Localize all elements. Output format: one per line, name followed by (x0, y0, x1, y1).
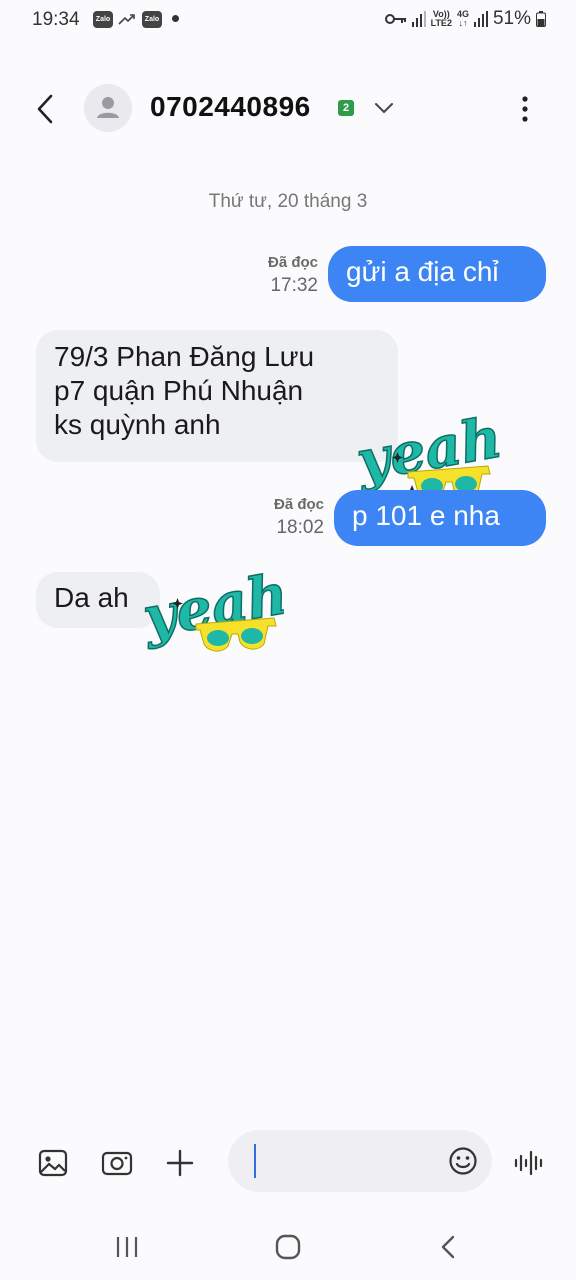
outgoing-message-bubble[interactable]: gửi a địa chỉ (328, 246, 546, 302)
signal-1-icon (411, 11, 426, 27)
message-time: 17:32 (270, 275, 318, 296)
zalo-notification-icon: Zalo (93, 11, 113, 28)
contact-name[interactable]: 0702440896 (150, 91, 311, 123)
network-indicator: 4G ↓↑ (456, 9, 469, 28)
back-icon (441, 1235, 455, 1259)
read-status: Đã đọc (273, 496, 324, 513)
person-icon (97, 97, 119, 118)
plus-icon (166, 1149, 194, 1177)
chevron-down-icon[interactable] (372, 96, 396, 120)
message-meta: Đã đọc 18:02 (274, 496, 324, 539)
status-time: 19:34 (32, 9, 80, 30)
text-caret (254, 1144, 256, 1178)
battery-icon (536, 11, 546, 27)
outgoing-message-bubble[interactable]: p 101 e nha (334, 490, 546, 546)
date-divider: Thứ tư, 20 tháng 3 (208, 191, 368, 212)
conversation-header: 0702440896 2 (0, 76, 576, 140)
attach-button[interactable] (163, 1146, 197, 1180)
recents-button[interactable] (110, 1230, 144, 1264)
volte-indicator: Vo)) LTE2 (430, 9, 452, 28)
key-icon (384, 14, 406, 24)
home-icon (275, 1234, 301, 1260)
message-input[interactable] (228, 1130, 492, 1192)
signal-2-icon (473, 11, 488, 27)
gallery-button[interactable] (36, 1146, 70, 1180)
battery-level: 51% (492, 8, 531, 29)
read-status: Đã đọc (267, 254, 318, 271)
nav-back-button[interactable] (432, 1230, 466, 1264)
recents-icon (116, 1237, 138, 1257)
contact-avatar[interactable] (84, 84, 132, 132)
message-composer (0, 1128, 576, 1200)
message-line: 79/3 Phan Đăng Lưu (54, 341, 315, 372)
message-line: ks quỳnh anh (54, 409, 221, 440)
image-icon (38, 1149, 68, 1177)
camera-icon (101, 1151, 133, 1176)
voice-button[interactable] (512, 1146, 546, 1180)
message-meta: Đã đọc 17:32 (268, 254, 318, 297)
voice-icon (514, 1150, 543, 1176)
message-text: p 101 e nha (352, 500, 500, 531)
message-line: p7 quận Phú Nhuận (54, 375, 304, 406)
status-right-group: Vo)) LTE2 4G ↓↑ 51% (384, 8, 546, 30)
back-arrow-icon[interactable] (30, 92, 64, 126)
yeah-sticker[interactable]: yeah (140, 562, 284, 662)
missed-call-icon (118, 14, 135, 25)
emoji-icon[interactable] (448, 1146, 478, 1176)
message-text: gửi a địa chỉ (346, 256, 499, 287)
camera-button[interactable] (100, 1146, 134, 1180)
message-text: Da ah (54, 582, 129, 613)
status-bar: 19:34 Zalo Zalo Vo)) LTE2 4G ↓↑ 51% (0, 0, 576, 44)
more-notifications-dot (172, 15, 179, 22)
home-button[interactable] (271, 1230, 305, 1264)
sim-card-badge: 2 (338, 100, 354, 116)
incoming-message-bubble[interactable]: 79/3 Phan Đăng Lưu p7 quận Phú Nhuận ks … (36, 330, 398, 462)
message-time: 18:02 (276, 517, 324, 538)
system-navigation-bar (0, 1210, 576, 1280)
zalo-notification-icon: Zalo (142, 11, 162, 28)
more-options-icon[interactable] (510, 94, 540, 124)
